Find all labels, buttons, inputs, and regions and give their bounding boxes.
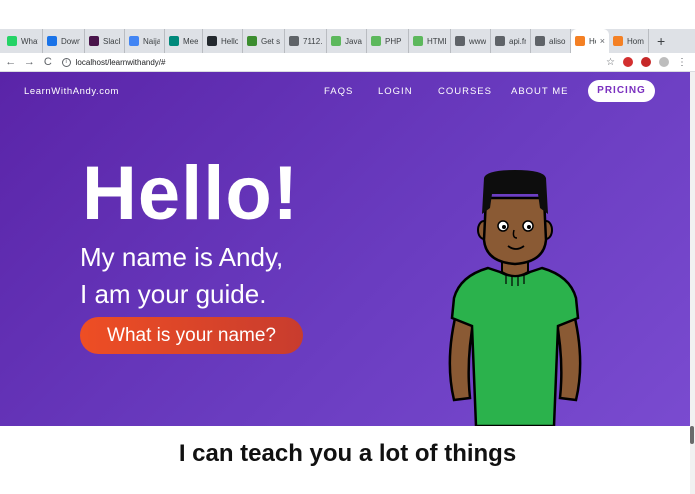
browser-tab[interactable]: Meet	[165, 29, 203, 53]
docs-icon	[129, 36, 139, 46]
back-icon[interactable]: ←	[3, 56, 19, 68]
browser-tab-active[interactable]: Ho ×	[571, 29, 609, 53]
green-square-icon	[371, 36, 381, 46]
leaf-icon	[247, 36, 257, 46]
globe-icon	[535, 36, 545, 46]
nav-faqs[interactable]: FAQS	[324, 86, 353, 97]
browser-tab[interactable]: Naijab	[125, 29, 165, 53]
download-icon	[47, 36, 57, 46]
green-square-icon	[413, 36, 423, 46]
browser-tab[interactable]: HTML	[409, 29, 451, 53]
browser-tab[interactable]: alison	[531, 29, 571, 53]
browser-tab[interactable]: PHP F	[367, 29, 409, 53]
menu-dots-icon[interactable]: ⋮	[677, 57, 687, 68]
browser-tab-title: HTML	[427, 36, 446, 46]
globe-icon	[455, 36, 465, 46]
new-tab-plus-icon[interactable]: +	[649, 29, 673, 53]
hero-intro-line-2: I am your guide.	[80, 279, 267, 309]
green-square-icon	[331, 36, 341, 46]
bookmark-star-icon[interactable]: ☆	[606, 57, 615, 68]
browser-tab[interactable]: Slack	[85, 29, 125, 53]
browser-tab-title: Meet	[183, 36, 198, 46]
adblock-extension-icon[interactable]	[641, 57, 651, 67]
nav-about-me[interactable]: ABOUT ME	[511, 86, 568, 97]
browser-tab-title: Hello	[221, 36, 238, 46]
browser-toolbar: ← → C i localhost/learnwithandy/# ☆ ⋮	[0, 53, 695, 72]
browser-tab-title: 7112...	[303, 36, 322, 46]
browser-tab-title: alison	[549, 36, 566, 46]
browser-tab-title: Get st	[261, 36, 280, 46]
address-url[interactable]: localhost/learnwithandy/#	[76, 58, 166, 67]
hero-section: LearnWithAndy.com FAQS LOGIN COURSES ABO…	[0, 72, 695, 426]
browser-tab[interactable]: www.	[451, 29, 491, 53]
browser-tab[interactable]: Downloads	[43, 29, 85, 53]
browser-tab[interactable]: Get st	[243, 29, 285, 53]
browser-tab[interactable]: Home	[609, 29, 649, 53]
browser-tab-title: PHP F	[385, 36, 404, 46]
browser-tab-title: api.fm	[509, 36, 526, 46]
globe-icon	[495, 36, 505, 46]
meet-icon	[169, 36, 179, 46]
address-bar[interactable]: i localhost/learnwithandy/#	[61, 55, 606, 70]
whatsapp-icon	[7, 36, 17, 46]
browser-tab-title: Downloads	[61, 36, 80, 46]
browser-tab[interactable]: api.fm	[491, 29, 531, 53]
browser-tab[interactable]: Hello	[203, 29, 243, 53]
tab-close-icon[interactable]: ×	[600, 36, 605, 46]
orange-box-icon	[575, 36, 585, 46]
pricing-button[interactable]: PRICING	[588, 80, 655, 102]
opera-extension-icon[interactable]	[623, 57, 633, 67]
browser-tab[interactable]: Java	[327, 29, 367, 53]
section-tagline: I can teach you a lot of things	[178, 440, 517, 467]
profile-avatar-icon[interactable]	[659, 57, 669, 67]
browser-tab-title: www.	[469, 36, 486, 46]
what-is-your-name-button[interactable]: What is your name?	[80, 317, 303, 354]
browser-tab[interactable]: 7112...	[285, 29, 327, 53]
nav-courses[interactable]: COURSES	[438, 86, 492, 97]
toolbar-actions: ☆ ⋮	[606, 57, 695, 68]
browser-tab-title: Slack	[103, 36, 120, 46]
nav-login[interactable]: LOGIN	[378, 86, 413, 97]
github-icon	[207, 36, 217, 46]
face	[482, 196, 548, 266]
forward-icon[interactable]: →	[22, 56, 38, 68]
browser-tab-title: Ho	[589, 36, 596, 46]
browser-tab-title: Home	[627, 36, 644, 46]
browser-tab[interactable]: WhatsApp	[3, 29, 43, 53]
browser-tab-title: WhatsApp	[21, 36, 38, 46]
hero-title: Hello!	[82, 151, 300, 236]
orange-box-icon	[613, 36, 623, 46]
site-brand[interactable]: LearnWithAndy.com	[24, 86, 119, 97]
left-pupil	[502, 225, 506, 229]
browser-tab-title: Java	[345, 36, 362, 46]
hero-intro-line-1: My name is Andy,	[80, 242, 284, 272]
globe-icon	[289, 36, 299, 46]
info-icon[interactable]: i	[61, 57, 71, 67]
slack-icon	[89, 36, 99, 46]
right-pupil	[527, 225, 531, 229]
browser-tab-strip: WhatsApp Downloads Slack Naijab Meet Hello Get…	[0, 29, 695, 53]
andy-character-illustration	[448, 170, 582, 426]
browser-tab-title: Naijab	[143, 36, 160, 46]
reload-icon[interactable]: C	[40, 56, 56, 68]
